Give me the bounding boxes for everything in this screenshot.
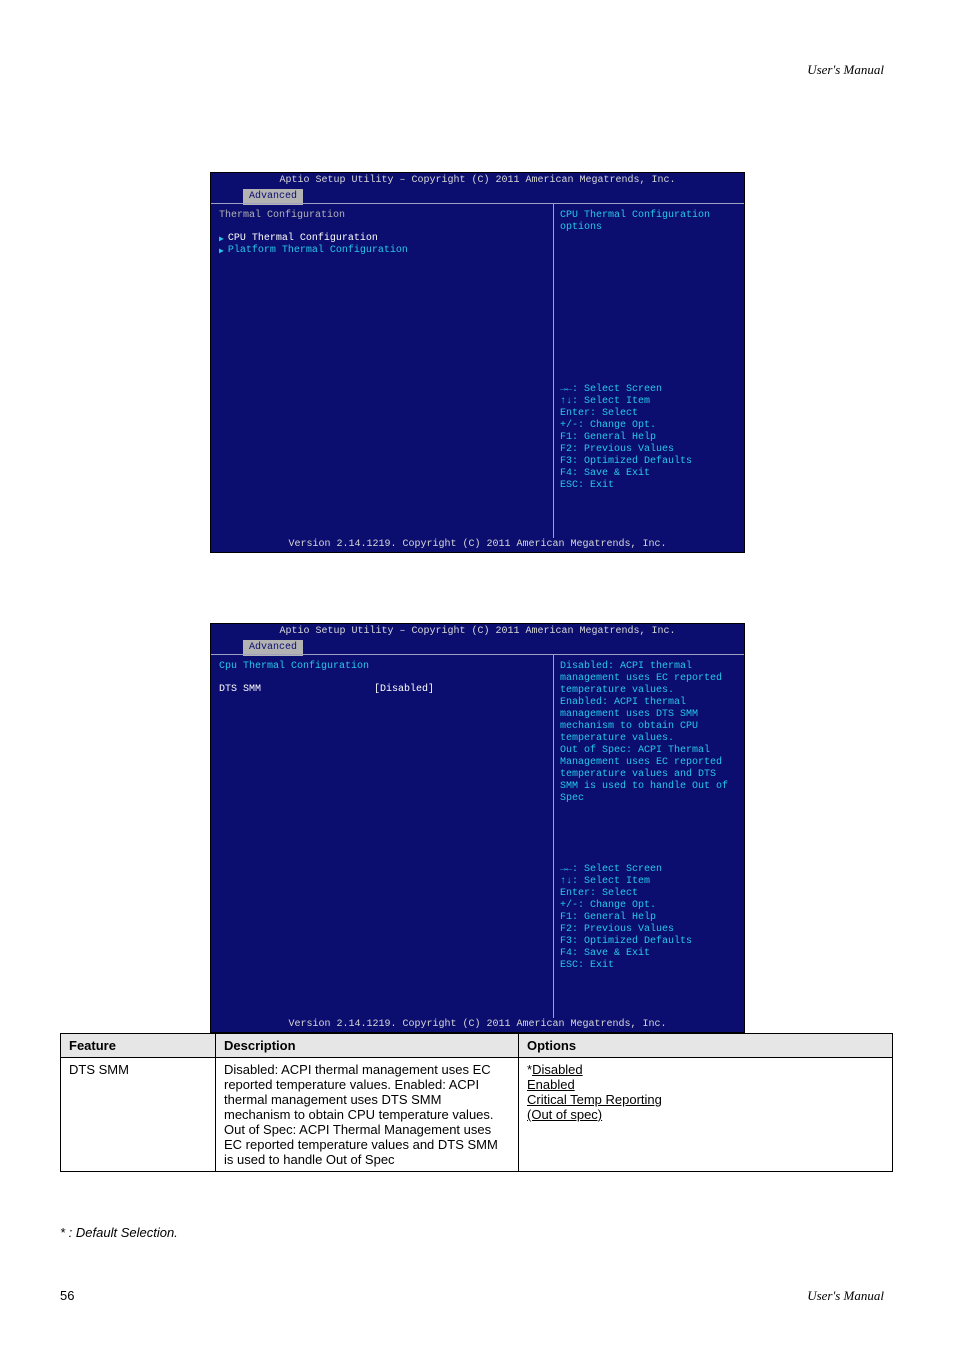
key-hint: F1: General Help [560, 912, 738, 924]
bios-right-panel: Disabled: ACPI thermal management uses E… [554, 654, 744, 1018]
key-hint: →←: Select Screen [560, 864, 738, 876]
bios-footer-bar: Version 2.14.1219. Copyright (C) 2011 Am… [211, 538, 744, 552]
key-legend: →←: Select Screen ↑↓: Select Item Enter:… [560, 864, 738, 1012]
cell-description: Disabled: ACPI thermal management uses E… [216, 1058, 519, 1172]
key-hint: F2: Previous Values [560, 924, 738, 936]
section-heading: Thermal Configuration [219, 210, 545, 221]
page-header: User's Manual [807, 62, 884, 78]
key-hint: F3: Optimized Defaults [560, 456, 738, 468]
section-heading: Cpu Thermal Configuration [219, 661, 545, 672]
cell-options: *Disabled Enabled Critical Temp Reportin… [519, 1058, 893, 1172]
key-hint: ESC: Exit [560, 960, 738, 972]
bios-title-bar: Aptio Setup Utility – Copyright (C) 2011… [211, 624, 744, 638]
options-table: Feature Description Options DTS SMM Disa… [60, 1033, 893, 1172]
bios-tab-bar: Advanced [211, 187, 744, 203]
key-hint: →←: Select Screen [560, 384, 738, 396]
help-text: CPU Thermal Configuration options [560, 210, 738, 234]
bios-left-panel: Thermal Configuration ▶ CPU Thermal Conf… [211, 203, 554, 538]
option-critical-temp: Critical Temp Reporting [527, 1092, 662, 1107]
key-hint: F1: General Help [560, 432, 738, 444]
cell-feature: DTS SMM [61, 1058, 216, 1172]
col-feature: Feature [61, 1034, 216, 1058]
option-label: DTS SMM [219, 684, 374, 695]
key-hint: Enter: Select [560, 408, 738, 420]
col-options: Options [519, 1034, 893, 1058]
table-header-row: Feature Description Options [61, 1034, 893, 1058]
option-disabled: Disabled [532, 1062, 583, 1077]
menu-item-label: Platform Thermal Configuration [228, 245, 408, 256]
table-row: DTS SMM Disabled: ACPI thermal managemen… [61, 1058, 893, 1172]
key-hint: +/-: Change Opt. [560, 900, 738, 912]
key-hint: ESC: Exit [560, 480, 738, 492]
option-out-of-spec: (Out of spec) [527, 1107, 602, 1122]
bios-screenshot-thermal-config: Aptio Setup Utility – Copyright (C) 2011… [210, 172, 745, 553]
key-hint: ↑↓: Select Item [560, 876, 738, 888]
key-hint: ↑↓: Select Item [560, 396, 738, 408]
help-text: Disabled: ACPI thermal management uses E… [560, 661, 738, 805]
bios-footer-bar: Version 2.14.1219. Copyright (C) 2011 Am… [211, 1018, 744, 1032]
option-enabled: Enabled [527, 1077, 575, 1092]
page-footer: User's Manual [807, 1288, 884, 1304]
bios-title-bar: Aptio Setup Utility – Copyright (C) 2011… [211, 173, 744, 187]
submenu-arrow-icon: ▶ [219, 246, 224, 256]
menu-item-label: CPU Thermal Configuration [228, 233, 378, 244]
option-dts-smm[interactable]: DTS SMM [Disabled] [219, 684, 545, 695]
submenu-arrow-icon: ▶ [219, 234, 224, 244]
menu-item-platform-thermal[interactable]: ▶ Platform Thermal Configuration [219, 245, 545, 256]
bios-tab-bar: Advanced [211, 638, 744, 654]
key-hint: +/-: Change Opt. [560, 420, 738, 432]
key-hint: F3: Optimized Defaults [560, 936, 738, 948]
key-hint: F4: Save & Exit [560, 948, 738, 960]
bios-screenshot-cpu-thermal: Aptio Setup Utility – Copyright (C) 2011… [210, 623, 745, 1033]
key-legend: →←: Select Screen ↑↓: Select Item Enter:… [560, 384, 738, 532]
menu-item-cpu-thermal[interactable]: ▶ CPU Thermal Configuration [219, 233, 545, 244]
page-number: 56 [60, 1288, 74, 1303]
option-value: [Disabled] [374, 684, 434, 695]
key-hint: Enter: Select [560, 888, 738, 900]
bios-left-panel: Cpu Thermal Configuration DTS SMM [Disab… [211, 654, 554, 1018]
col-description: Description [216, 1034, 519, 1058]
key-hint: F2: Previous Values [560, 444, 738, 456]
default-selection-note: * : Default Selection. [60, 1225, 178, 1240]
key-hint: F4: Save & Exit [560, 468, 738, 480]
bios-right-panel: CPU Thermal Configuration options →←: Se… [554, 203, 744, 538]
